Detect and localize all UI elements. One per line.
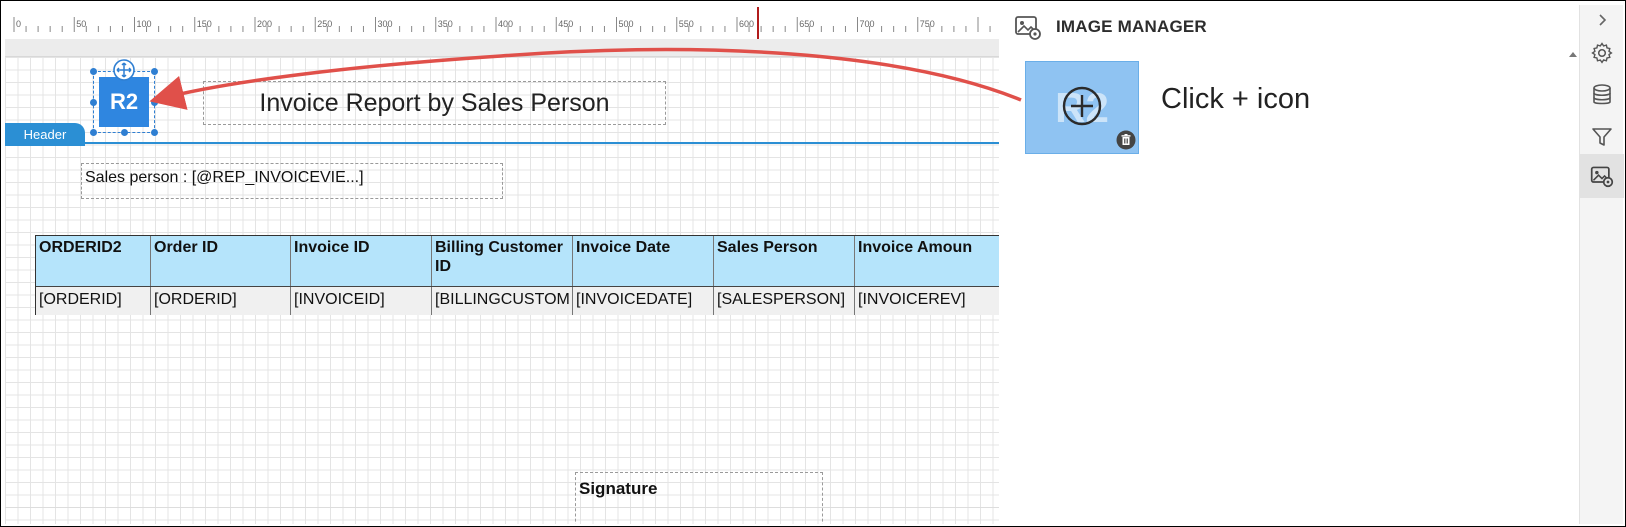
table-cell[interactable]: [INVOICEREV] xyxy=(855,287,999,315)
table-header-cell[interactable]: Billing Customer ID xyxy=(432,236,573,286)
table-cell[interactable]: [INVOICEDATE] xyxy=(573,287,714,315)
image-manager-button[interactable] xyxy=(1580,154,1624,198)
ruler-ticks: 0 50 100 150 200 250 300 350 400 450 500 550 600 650 7… xyxy=(13,7,991,39)
image-manager-panel: IMAGE MANAGER R2 Click + icon xyxy=(999,5,1579,524)
add-image-icon[interactable] xyxy=(1061,85,1103,127)
ruler-label: 350 xyxy=(438,19,453,29)
ruler-label: 150 xyxy=(197,19,212,29)
ruler-label: 650 xyxy=(799,19,814,29)
delete-image-icon[interactable] xyxy=(1116,130,1136,150)
app-window: 0 50 100 150 200 250 300 350 400 450 500 550 600 650 7… xyxy=(0,0,1626,527)
ruler-band xyxy=(5,39,999,57)
report-designer: 0 50 100 150 200 250 300 350 400 450 500 550 600 650 7… xyxy=(5,5,999,524)
filter-icon xyxy=(1592,128,1612,146)
resize-handle[interactable] xyxy=(151,68,158,75)
table-cell[interactable]: [INVOICEID] xyxy=(291,287,432,315)
panel-title: IMAGE MANAGER xyxy=(1056,17,1207,36)
ruler-label: 400 xyxy=(498,19,513,29)
sales-person-field[interactable]: Sales person : [@REP_INVOICEVIE...] xyxy=(81,163,503,199)
ruler-label: 200 xyxy=(257,19,272,29)
table-cell[interactable]: [SALESPERSON] xyxy=(714,287,855,315)
database-icon xyxy=(1593,84,1611,105)
logo-image-selected[interactable]: R2 xyxy=(90,59,158,136)
move-handle-icon[interactable] xyxy=(112,58,136,82)
report-logo[interactable]: R2 xyxy=(99,77,149,127)
gear-icon xyxy=(1591,42,1613,64)
design-canvas[interactable]: R2 Invoice Report by Sales Person Header… xyxy=(5,57,999,524)
table-row: [ORDERID] [ORDERID] [INVOICEID] [BILLING… xyxy=(36,287,999,315)
header-band-divider xyxy=(5,142,999,144)
ruler-label: 250 xyxy=(317,19,332,29)
resize-handle[interactable] xyxy=(90,68,97,75)
ruler-label: 500 xyxy=(619,19,634,29)
table-header-row: ORDERID2 Order ID Invoice ID Billing Cus… xyxy=(36,236,999,287)
table-cell[interactable]: [BILLINGCUSTOM xyxy=(432,287,573,315)
report-title[interactable]: Invoice Report by Sales Person xyxy=(203,81,666,125)
horizontal-ruler: 0 50 100 150 200 250 300 350 400 450 500 550 600 650 7… xyxy=(5,5,999,39)
right-toolbar xyxy=(1579,5,1624,524)
settings-button[interactable] xyxy=(1580,32,1624,74)
ruler-label: 0 xyxy=(16,19,21,29)
table-header-cell[interactable]: Sales Person xyxy=(714,236,855,286)
scroll-up-icon[interactable] xyxy=(1568,49,1578,59)
table-header-cell[interactable]: Invoice ID xyxy=(291,236,432,286)
signature-field[interactable]: Signature xyxy=(575,472,823,524)
data-source-button[interactable] xyxy=(1580,74,1624,116)
image-settings-icon xyxy=(1015,16,1041,40)
table-header-cell[interactable]: Order ID xyxy=(151,236,291,286)
band-divider xyxy=(5,507,999,508)
resize-handle[interactable] xyxy=(90,99,97,106)
invoice-table[interactable]: ORDERID2 Order ID Invoice ID Billing Cus… xyxy=(35,235,999,315)
ruler-label: 50 xyxy=(76,19,86,29)
ruler-label: 600 xyxy=(739,19,754,29)
image-settings-icon xyxy=(1590,166,1614,188)
resize-handle[interactable] xyxy=(151,129,158,136)
resize-handle[interactable] xyxy=(90,129,97,136)
resize-handle[interactable] xyxy=(121,129,128,136)
ruler-label: 450 xyxy=(558,19,573,29)
chevron-right-icon xyxy=(1599,14,1607,26)
table-header-cell[interactable]: Invoice Amoun xyxy=(855,236,999,286)
instruction-text: Click + icon xyxy=(1161,83,1311,115)
table-cell[interactable]: [ORDERID] xyxy=(151,287,291,315)
table-header-cell[interactable]: ORDERID2 xyxy=(36,236,151,286)
image-thumbnail[interactable]: R2 xyxy=(1025,61,1139,154)
table-header-cell[interactable]: Invoice Date xyxy=(573,236,714,286)
ruler-label: 100 xyxy=(137,19,152,29)
filter-button[interactable] xyxy=(1580,116,1624,158)
resize-handle[interactable] xyxy=(151,99,158,106)
table-cell[interactable]: [ORDERID] xyxy=(36,287,151,315)
ruler-label: 550 xyxy=(679,19,694,29)
ruler-label: 750 xyxy=(920,19,935,29)
collapse-panel-button[interactable] xyxy=(1580,5,1624,35)
ruler-label: 300 xyxy=(378,19,393,29)
ruler-label: 700 xyxy=(860,19,875,29)
